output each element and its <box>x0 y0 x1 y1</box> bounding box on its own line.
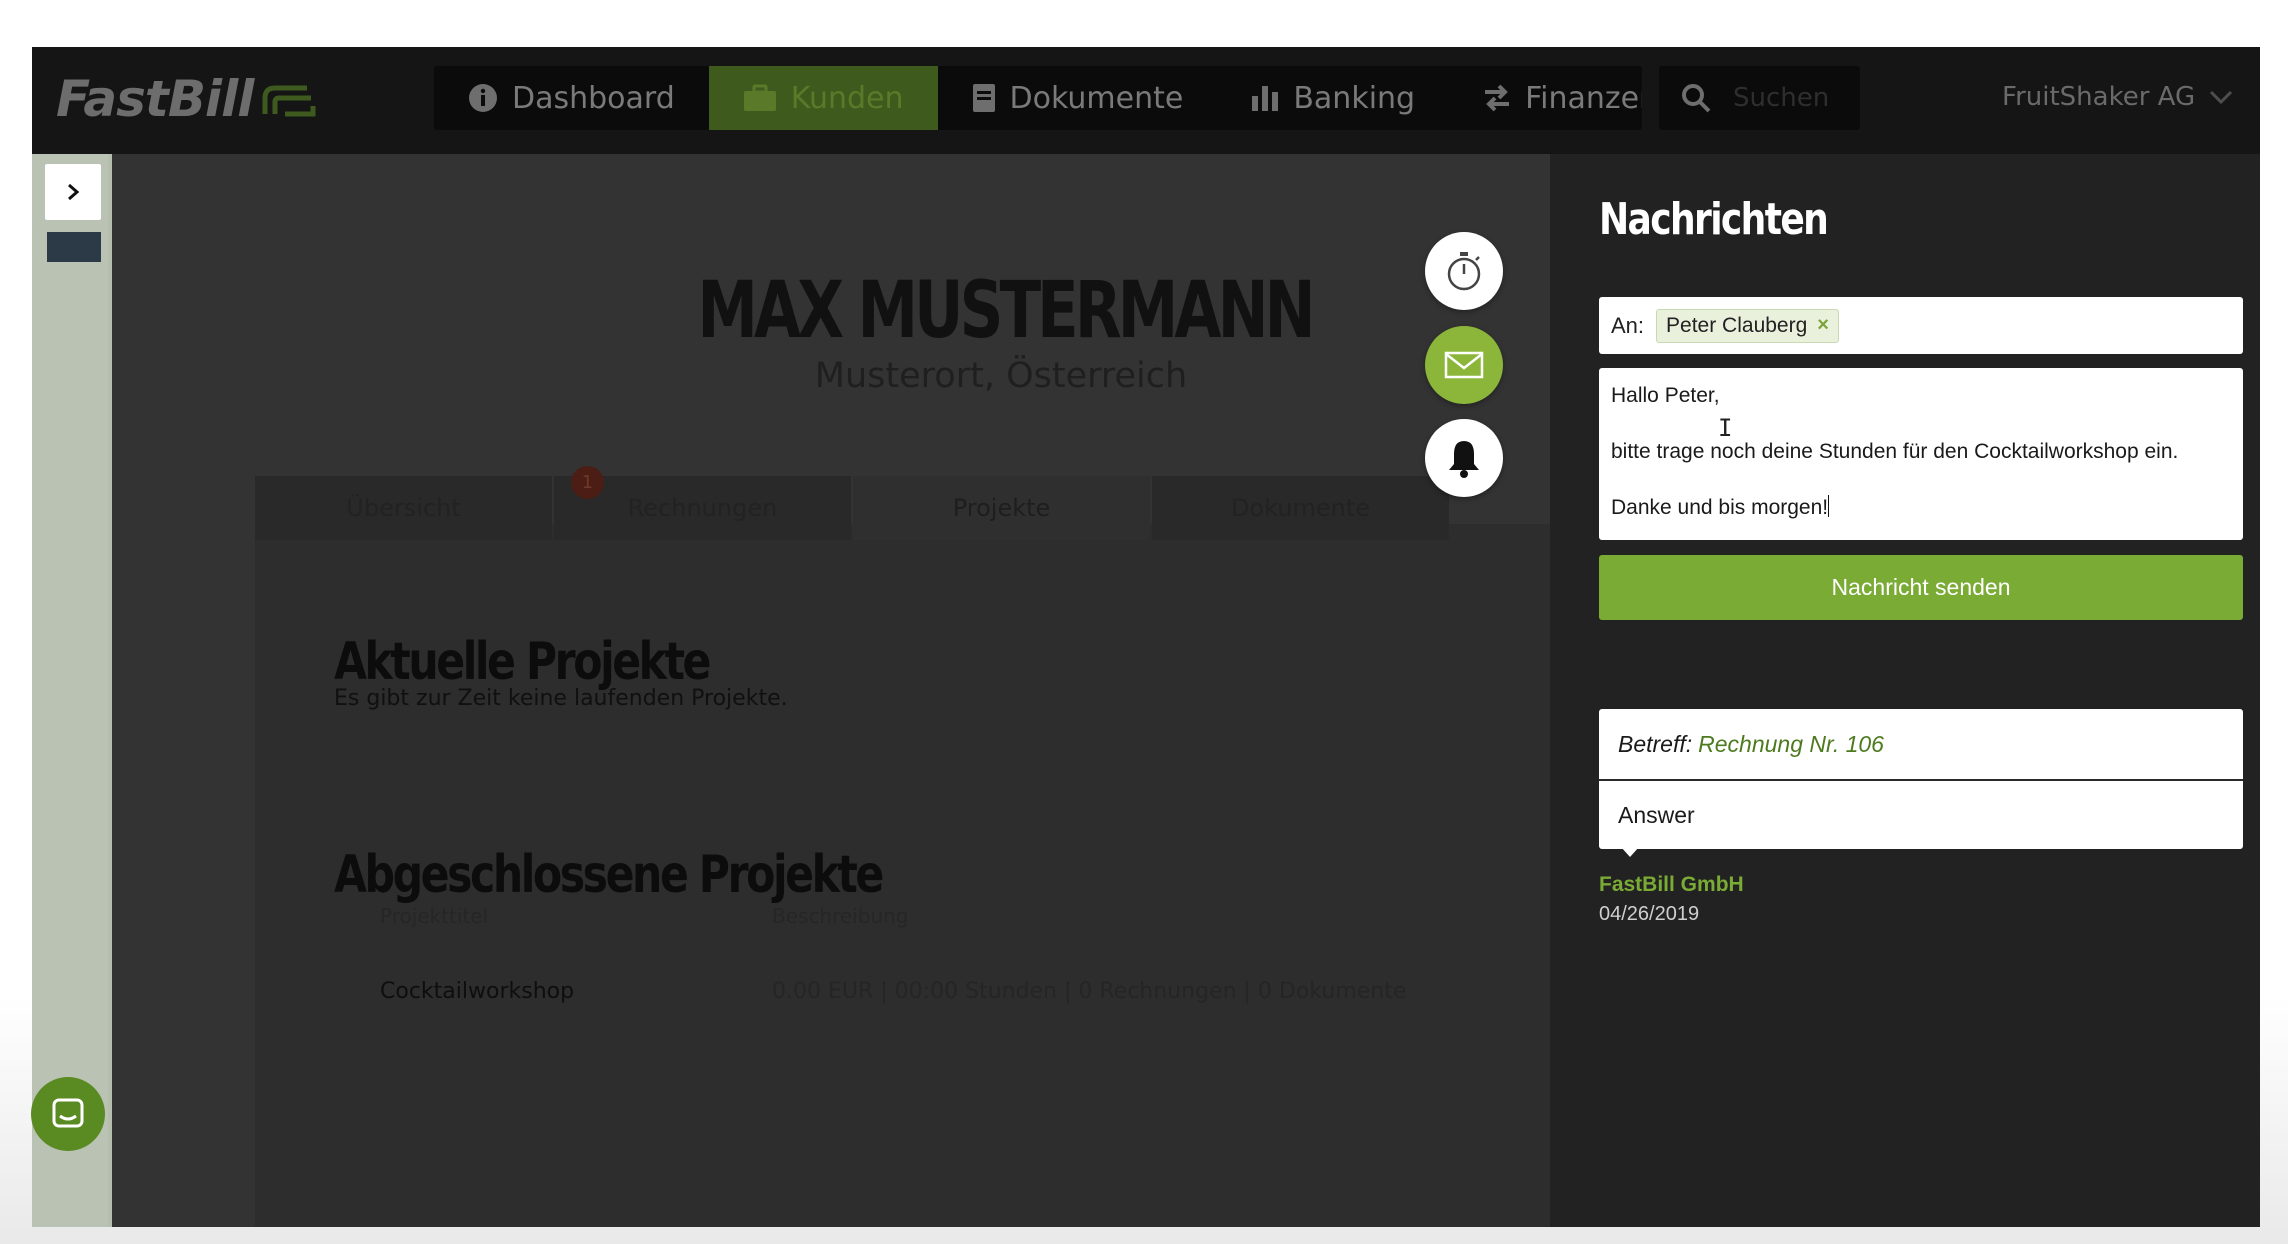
send-message-button[interactable]: Nachricht senden <box>1599 555 2243 620</box>
fastbill-logo[interactable]: FastBill <box>56 69 319 129</box>
customer-location: Musterort, Österreich <box>814 356 1188 396</box>
search-input[interactable] <box>1733 83 1853 113</box>
transfer-arrows-icon <box>1485 84 1510 112</box>
timer-button[interactable] <box>1425 232 1503 310</box>
nav-banking[interactable]: Banking <box>1217 66 1449 130</box>
panel-title: Nachrichten <box>1599 194 1829 245</box>
envelope-icon <box>1444 351 1484 379</box>
nav-dashboard[interactable]: Dashboard <box>434 66 709 130</box>
top-navigation-bar: FastBill Dashboard Kunden Dokumente Bank… <box>32 47 2260 154</box>
notification-badge: 1 <box>571 466 604 499</box>
no-projects-message: Es gibt zur Zeit keine laufenden Projekt… <box>334 686 788 711</box>
nav-kunden[interactable]: Kunden <box>708 66 938 130</box>
app-window: FastBill Dashboard Kunden Dokumente Bank… <box>32 47 2260 1227</box>
tab-dokumente-label: Dokumente <box>1230 494 1371 522</box>
nav-finanzen[interactable]: Finanzen <box>1449 66 1642 130</box>
speech-pointer <box>1621 847 1639 857</box>
company-switcher[interactable]: FruitShaker AG <box>2002 77 2233 117</box>
message-line-body: bitte trage noch deine Stunden für den C… <box>1611 440 2179 463</box>
tab-rechnungen[interactable]: 1 Rechnungen <box>554 466 851 540</box>
messages-button[interactable] <box>1425 326 1503 404</box>
briefcase-icon <box>743 84 776 111</box>
logo-text: FastBill <box>56 70 254 128</box>
thread-divider <box>1599 779 2243 781</box>
document-icon <box>972 84 995 112</box>
nav-dashboard-label: Dashboard <box>512 80 675 116</box>
current-projects-heading: Aktuelle Projekte <box>334 632 711 692</box>
bar-chart-icon <box>1252 86 1279 111</box>
company-name: FruitShaker AG <box>2002 82 2196 112</box>
message-line-greeting: Hallo Peter, <box>1611 384 1720 407</box>
customer-name: MAX MUSTERMANN <box>697 266 1315 356</box>
search-box <box>1659 66 1860 130</box>
recipient-name: Peter Clauberg <box>1666 313 1808 337</box>
recipient-field[interactable]: An: Peter Clauberg × <box>1599 297 2243 354</box>
messages-panel: Nachrichten An: Peter Clauberg × Hallo P… <box>1550 154 2260 1227</box>
search-icon[interactable] <box>1681 83 1711 113</box>
recipient-tag: Peter Clauberg × <box>1656 308 1839 343</box>
tab-uebersicht[interactable]: Übersicht <box>255 476 552 540</box>
chevron-right-icon <box>68 183 80 201</box>
tab-rechnungen-label: Rechnungen <box>627 494 778 522</box>
message-line-closing-text: Danke und bis morgen! <box>1611 496 1829 519</box>
message-textarea[interactable]: Hallo Peter, bitte trage noch deine Stun… <box>1599 368 2243 540</box>
stopwatch-icon <box>1447 252 1481 291</box>
tab-uebersicht-label: Übersicht <box>346 494 461 522</box>
column-header-title: Projekttitel <box>380 904 489 928</box>
left-sidebar-strip <box>32 154 112 1227</box>
message-line-closing: Danke und bis morgen! <box>1611 494 2231 522</box>
chevron-down-icon <box>2210 90 2233 105</box>
project-description-cell: 0.00 EUR | 00:00 Stunden | 0 Rechnungen … <box>772 979 1407 1004</box>
sidebar-expand-button[interactable] <box>45 164 101 220</box>
text-cursor-icon: I <box>1718 414 1733 442</box>
notifications-button[interactable] <box>1425 419 1503 497</box>
subject-link[interactable]: Rechnung Nr. 106 <box>1698 731 1884 758</box>
nav-kunden-label: Kunden <box>790 80 904 116</box>
tab-dokumente[interactable]: Dokumente <box>1152 476 1449 540</box>
thread-subject: Betreff: Rechnung Nr. 106 <box>1599 709 2243 779</box>
nav-dokumente-label: Dokumente <box>1009 80 1184 116</box>
main-nav: Dashboard Kunden Dokumente Banking Finan… <box>434 66 1642 130</box>
thread-answer-text: Answer <box>1618 801 1695 828</box>
screen: FastBill Dashboard Kunden Dokumente Bank… <box>0 0 2288 1244</box>
customer-detail: MAX MUSTERMANN Musterort, Österreich Übe… <box>112 154 1550 1227</box>
nav-banking-label: Banking <box>1293 80 1416 116</box>
closed-projects-heading: Abgeschlossene Projekte <box>334 845 884 905</box>
thread-sender: FastBill GmbH <box>1599 873 1744 896</box>
bell-icon <box>1449 441 1479 478</box>
nav-finanzen-label: Finanzen <box>1525 80 1642 116</box>
remove-recipient-icon[interactable]: × <box>1817 314 1829 337</box>
tab-projekte-label: Projekte <box>952 494 1051 522</box>
nav-dokumente[interactable]: Dokumente <box>938 66 1218 130</box>
logo-mark-icon <box>262 85 316 117</box>
customer-tabs: Übersicht 1 Rechnungen Projekte Dokument… <box>255 466 1451 540</box>
tab-projekte[interactable]: Projekte <box>853 476 1150 540</box>
support-chat-button[interactable] <box>31 1077 105 1151</box>
message-thread-card[interactable]: Betreff: Rechnung Nr. 106 Answer <box>1599 709 2243 857</box>
info-circle-icon <box>469 84 497 112</box>
text-caret <box>1828 495 1830 517</box>
recipient-label: An: <box>1611 312 1645 338</box>
chat-icon <box>52 1098 84 1128</box>
project-title-cell[interactable]: Cocktailworkshop <box>380 979 574 1004</box>
subject-label: Betreff: <box>1618 730 1693 757</box>
thread-date: 04/26/2019 <box>1599 903 1700 925</box>
sidebar-block <box>47 232 101 262</box>
column-header-description: Beschreibung <box>772 904 909 928</box>
